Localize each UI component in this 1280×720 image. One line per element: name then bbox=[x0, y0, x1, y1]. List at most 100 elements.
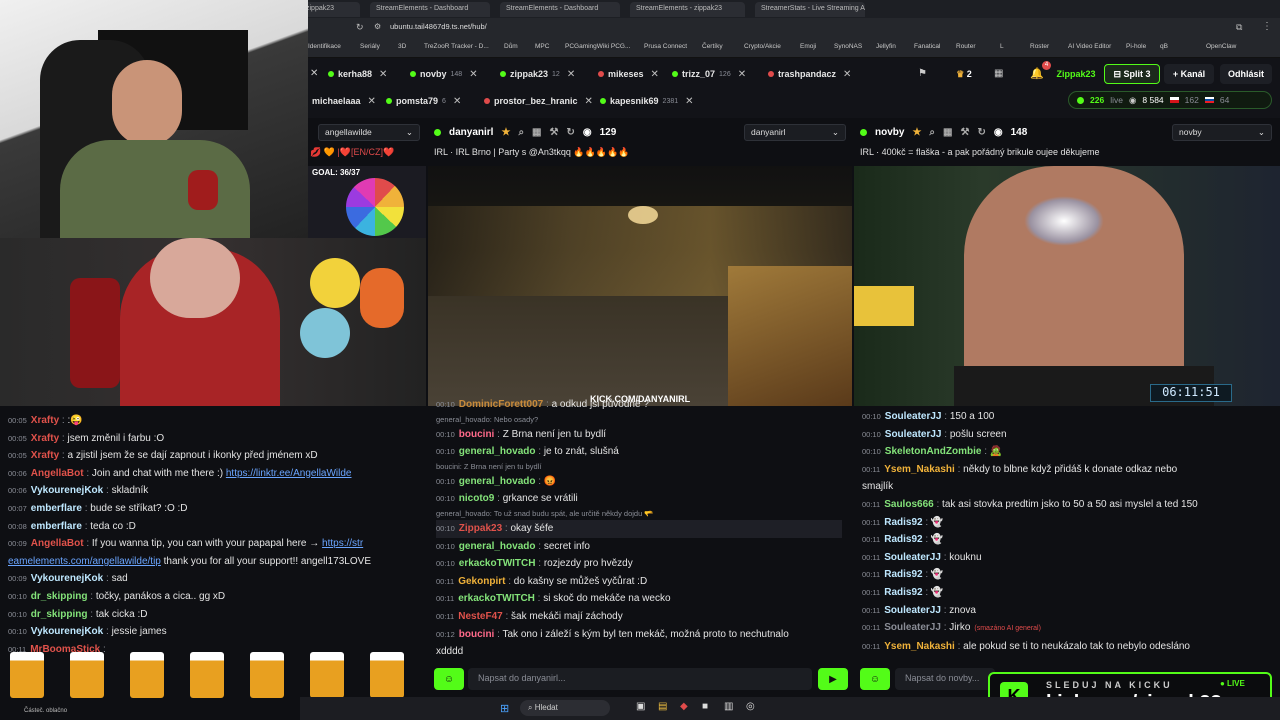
channel-chip[interactable]: zippak23 12 ✕ bbox=[494, 65, 581, 83]
bookmark[interactable]: SynoNAS bbox=[834, 43, 862, 50]
chat-username[interactable]: erkackoTWITCH bbox=[458, 593, 535, 604]
close-icon[interactable]: ✕ bbox=[567, 69, 575, 80]
chat-username[interactable]: Gekonpirt bbox=[458, 576, 505, 587]
bookmark[interactable]: Pi-hole bbox=[1126, 43, 1146, 50]
browser-tab[interactable]: StreamElements - Dashboard bbox=[370, 2, 490, 17]
bookmark[interactable]: qB bbox=[1160, 43, 1168, 50]
star-icon[interactable]: ★ bbox=[912, 127, 921, 138]
chat-username[interactable]: VykourenejKok bbox=[31, 573, 103, 584]
app-icon[interactable]: ■ bbox=[702, 701, 708, 712]
bookmark[interactable]: Seriály bbox=[360, 43, 380, 50]
chat-username[interactable]: dr_skipping bbox=[31, 591, 88, 602]
bookmark[interactable]: Jellyfin bbox=[876, 43, 896, 50]
stats-icon[interactable]: ▦ bbox=[943, 127, 952, 138]
taskbar-search[interactable]: ⌕ Hledat bbox=[520, 700, 610, 716]
channel-chip[interactable]: kapesnik69 2381 ✕ bbox=[594, 92, 700, 110]
channel-chip[interactable]: pomsta79 6 ✕ bbox=[380, 92, 467, 110]
bookmark[interactable]: Fanatical bbox=[914, 43, 940, 50]
chat-username[interactable]: Radis92 bbox=[884, 587, 922, 598]
pin-icon[interactable]: ⚒ bbox=[960, 127, 969, 138]
chat-username[interactable]: Radis92 bbox=[884, 517, 922, 528]
terminal-icon[interactable]: ▥ bbox=[724, 701, 733, 712]
bookmark[interactable]: Router bbox=[956, 43, 976, 50]
chat-username[interactable]: SkeletonAndZombie bbox=[885, 446, 982, 457]
split-button[interactable]: ⊟ Split 3 bbox=[1104, 64, 1160, 84]
reload-icon[interactable]: ↻ bbox=[356, 22, 364, 33]
obs-icon[interactable]: ◎ bbox=[746, 701, 755, 712]
chat-username[interactable]: boucini bbox=[459, 429, 495, 440]
bookmark[interactable]: OpenClaw bbox=[1206, 43, 1236, 50]
add-channel-button[interactable]: + Kanál bbox=[1164, 64, 1214, 84]
bookmark[interactable]: AI Video Editor bbox=[1068, 43, 1111, 50]
star-icon[interactable]: ★ bbox=[501, 127, 510, 138]
chat-username[interactable]: AngellaBot bbox=[31, 468, 84, 479]
emote-button[interactable]: ☺ bbox=[860, 668, 890, 690]
chat-username[interactable]: Xrafty bbox=[31, 415, 59, 426]
chat-username[interactable]: SouleaterJJ bbox=[884, 552, 941, 563]
chat-username[interactable]: VykourenejKok bbox=[31, 626, 103, 637]
chat-username[interactable]: nicoto9 bbox=[459, 493, 495, 504]
bookmark[interactable]: Čertíky bbox=[702, 43, 723, 50]
channel-chip[interactable]: mikeses ✕ bbox=[592, 65, 665, 83]
url-text[interactable]: ubuntu.tail4867d9.ts.net/hub/ bbox=[390, 22, 487, 31]
chat-username[interactable]: VykourenejKok bbox=[31, 485, 103, 496]
chat-username[interactable]: Xrafty bbox=[31, 450, 59, 461]
extensions-icon[interactable]: ⧉ bbox=[1236, 22, 1242, 33]
file-explorer-icon[interactable]: ▤ bbox=[658, 701, 667, 712]
chat-username[interactable]: NesteF47 bbox=[458, 611, 502, 622]
browser-tab[interactable]: StreamElements - zippak23 bbox=[630, 2, 745, 17]
channel-chip[interactable]: prostor_bez_hranic ✕ bbox=[478, 92, 599, 110]
browser-tab[interactable]: zippak23 bbox=[300, 2, 360, 17]
bell-icon[interactable]: 🔔 bbox=[1030, 67, 1044, 80]
chat-username[interactable]: AngellaBot bbox=[31, 538, 84, 549]
chat-username[interactable]: SouleaterJJ bbox=[885, 429, 942, 440]
chat-input-novby[interactable]: Napsat do novby... bbox=[895, 668, 995, 690]
channel-select[interactable]: danyanirl ⌄ bbox=[744, 124, 846, 141]
menu-icon[interactable]: ⋮ bbox=[1262, 21, 1272, 32]
chat-username[interactable]: SouleaterJJ bbox=[884, 622, 941, 633]
close-icon[interactable]: ✕ bbox=[738, 69, 746, 80]
windows-start-icon[interactable]: ⊞ bbox=[500, 702, 509, 715]
chat-username[interactable]: DominicForett007 bbox=[459, 399, 543, 410]
user-button[interactable]: Zippak23 bbox=[1052, 64, 1100, 84]
task-view-icon[interactable]: ▣ bbox=[636, 701, 645, 712]
chat-username[interactable]: dr_skipping bbox=[31, 609, 88, 620]
close-icon[interactable]: ✕ bbox=[843, 69, 851, 80]
chat-username[interactable]: SouleaterJJ bbox=[885, 411, 942, 422]
logout-button[interactable]: Odhlásit bbox=[1220, 64, 1272, 84]
browser-tab[interactable]: StreamerStats - Live Streaming Ana bbox=[755, 2, 865, 17]
chat-input-danyanirl[interactable]: Napsat do danyanirl... bbox=[468, 668, 812, 690]
chat-link[interactable]: eamelements.com/angellawilde/tip bbox=[8, 556, 161, 567]
chat-username[interactable]: emberflare bbox=[31, 503, 82, 514]
close-icon[interactable]: ✕ bbox=[651, 69, 659, 80]
chat-username[interactable]: Radis92 bbox=[884, 534, 922, 545]
bookmark[interactable]: Identifikace bbox=[308, 43, 341, 50]
chat-username[interactable]: erkackoTWITCH bbox=[459, 558, 536, 569]
search-icon[interactable]: ⌕ bbox=[929, 127, 935, 138]
bookmark[interactable]: Crypto/Akcie bbox=[744, 43, 781, 50]
refresh-icon[interactable]: ↻ bbox=[566, 127, 574, 138]
bookmark[interactable]: Dům bbox=[504, 43, 518, 50]
channel-chip[interactable]: novby 148 ✕ bbox=[404, 65, 484, 83]
browser-tab[interactable]: StreamElements - Dashboard bbox=[500, 2, 620, 17]
chat-username[interactable]: boucini bbox=[459, 629, 495, 640]
bookmark[interactable]: Prusa Connect bbox=[644, 43, 687, 50]
bookmark[interactable]: PCGamingWiki PCG... bbox=[565, 43, 630, 50]
chat-username[interactable]: Xrafty bbox=[31, 433, 59, 444]
channel-chip[interactable]: kerha88 ✕ bbox=[322, 65, 393, 83]
channel-chip[interactable]: trashpandacz ✕ bbox=[762, 65, 857, 83]
chat-username[interactable]: Saulos666 bbox=[884, 499, 933, 510]
bookmark[interactable]: 3D bbox=[398, 43, 406, 50]
stream-video-novby[interactable]: 06:11:51 bbox=[854, 166, 1280, 406]
channel-select[interactable]: angellawilde ⌄ bbox=[318, 124, 420, 141]
chat-username[interactable]: Ysem_Nakashi bbox=[884, 464, 955, 475]
chat-username[interactable]: SouleaterJJ bbox=[884, 605, 941, 616]
close-icon[interactable]: ✕ bbox=[379, 69, 387, 80]
close-icon[interactable]: ✕ bbox=[310, 68, 318, 79]
channel-chip[interactable]: trizz_07 126 ✕ bbox=[666, 65, 752, 83]
chat-username[interactable]: general_hovado bbox=[459, 476, 536, 487]
brave-icon[interactable]: ◆ bbox=[680, 701, 688, 712]
channel-select[interactable]: novby ⌄ bbox=[1172, 124, 1272, 141]
chat-link[interactable]: https://linktr.ee/AngellaWilde bbox=[226, 468, 352, 479]
chat-username[interactable]: Radis92 bbox=[884, 569, 922, 580]
